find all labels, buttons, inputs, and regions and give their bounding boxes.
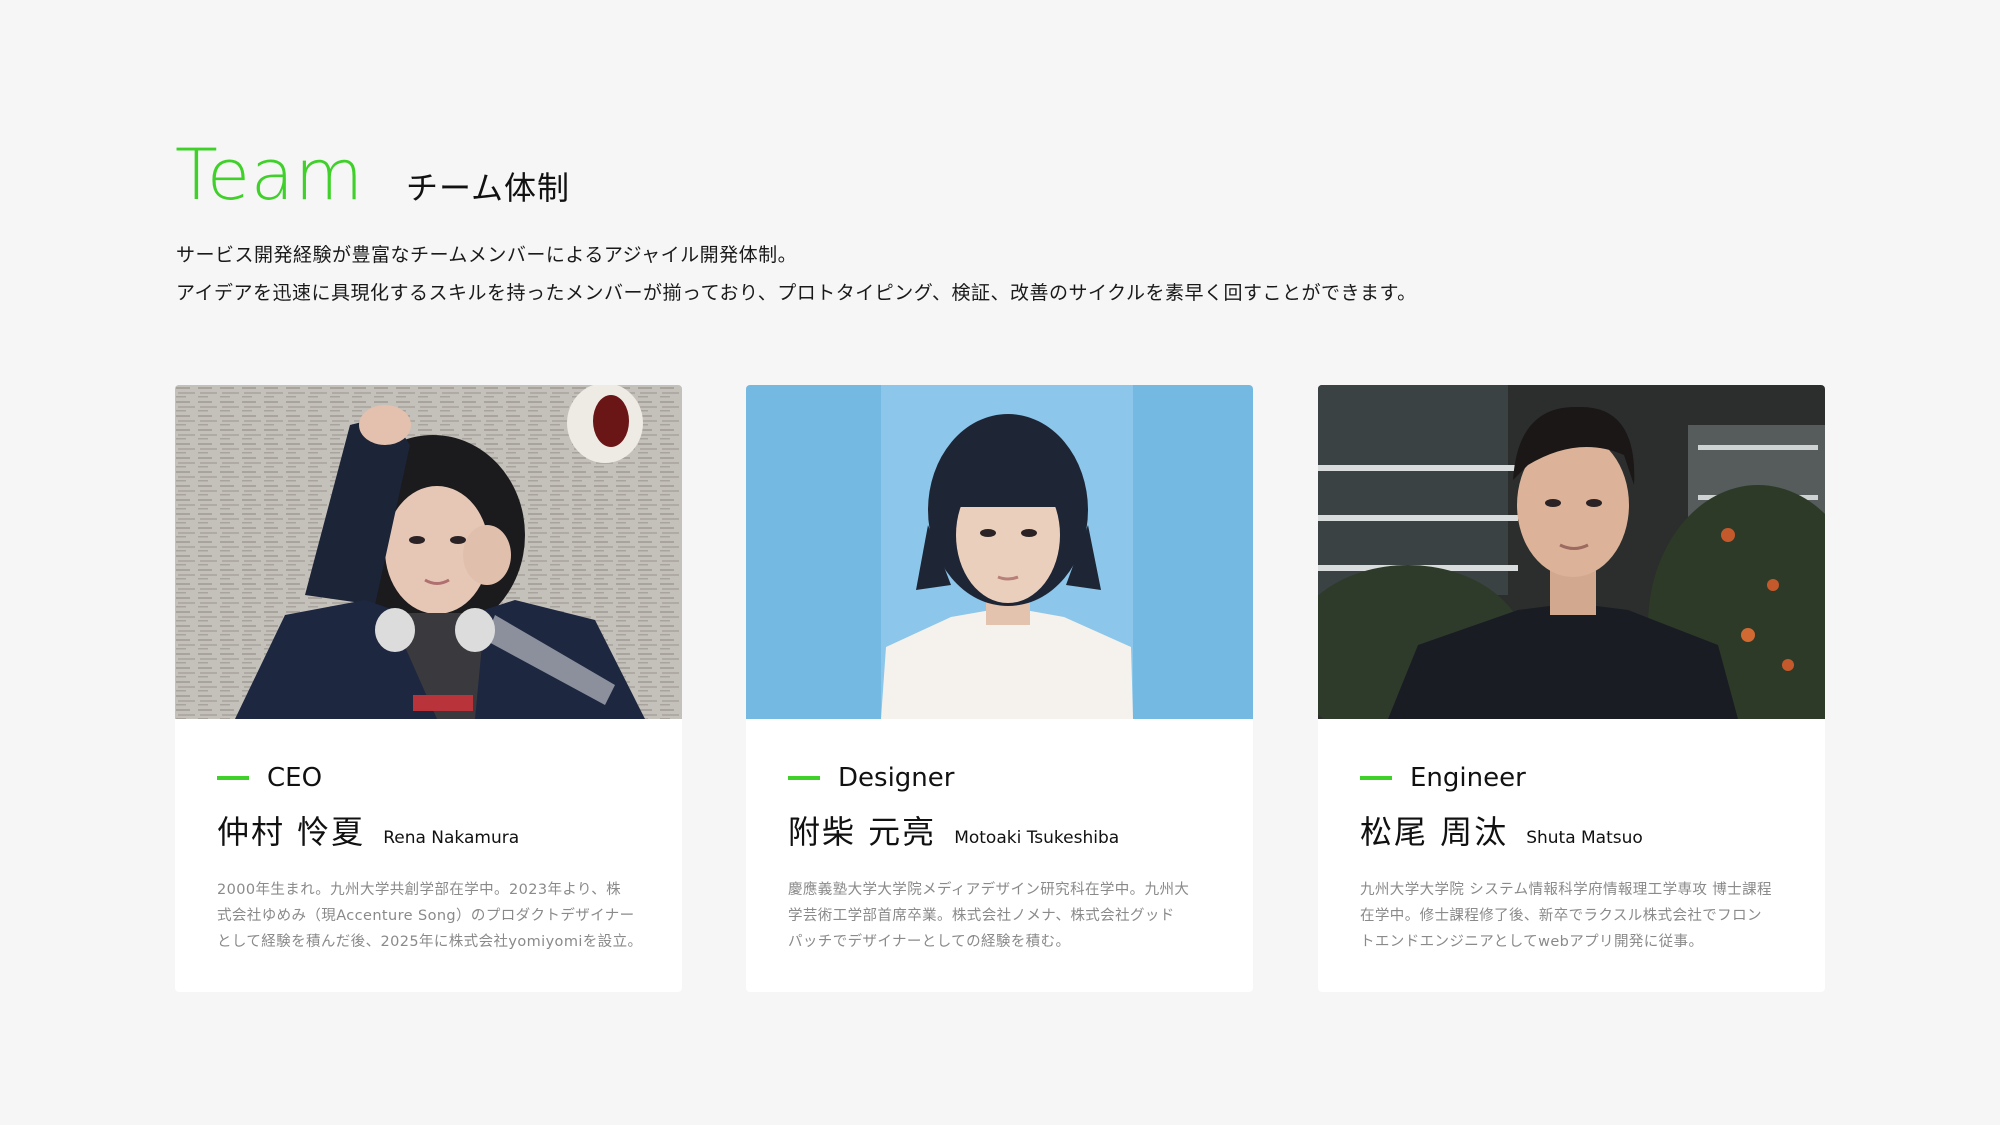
- member-role: Designer: [838, 763, 955, 793]
- member-photo-image: [746, 385, 1253, 719]
- team-member-card: CEO 仲村 怜夏 Rena Nakamura 2000年生まれ。九州大学共創学…: [175, 385, 682, 992]
- member-photo: [746, 385, 1253, 719]
- member-bio: 慶應義塾大学大学院メディアデザイン研究科在学中。九州大 学芸術工学部首席卒業。株…: [788, 877, 1223, 955]
- intro-line: サービス開発経験が豊富なチームメンバーによるアジャイル開発体制。: [176, 244, 798, 266]
- member-name-ja: 仲村 怜夏: [217, 813, 366, 851]
- member-photo: [1318, 385, 1825, 719]
- member-name-ja: 松尾 周汰: [1360, 813, 1509, 851]
- member-bio-line: トエンドエンジニアとしてwebアプリ開発に従事。: [1360, 934, 1704, 950]
- member-bio-line: パッチでデザイナーとしての経験を積む。: [788, 934, 1071, 950]
- member-name-en: Shuta Matsuo: [1526, 828, 1643, 848]
- member-name-en: Motoaki Tsukeshiba: [954, 828, 1120, 848]
- member-name-en: Rena Nakamura: [383, 828, 520, 848]
- section-title-en: Team: [175, 134, 365, 216]
- role-accent-dash: [1360, 776, 1392, 780]
- member-bio-line: として経験を積んだ後、2025年に株式会社yomiyomiを設立。: [217, 934, 643, 950]
- member-bio: 九州大学大学院 システム情報科学府情報理工学専攻 博士課程 在学中。修士課程修了…: [1360, 877, 1795, 955]
- intro-line: アイデアを迅速に具現化するスキルを持ったメンバーが揃っており、プロトタイピング、…: [176, 282, 1417, 304]
- section-heading: Team チーム体制: [175, 140, 570, 210]
- section-title-ja: チーム体制: [406, 169, 571, 207]
- member-photo: [175, 385, 682, 719]
- role-accent-dash: [217, 776, 249, 780]
- section-intro: サービス開発経験が豊富なチームメンバーによるアジャイル開発体制。 アイデアを迅速…: [176, 236, 1417, 312]
- member-role: Engineer: [1410, 763, 1526, 793]
- team-member-card: Engineer 松尾 周汰 Shuta Matsuo 九州大学大学院 システム…: [1318, 385, 1825, 992]
- member-role: CEO: [267, 763, 323, 793]
- member-bio-line: 九州大学大学院 システム情報科学府情報理工学専攻 博士課程: [1360, 882, 1772, 898]
- member-photo-image: [175, 385, 682, 719]
- member-bio: 2000年生まれ。九州大学共創学部在学中。2023年より、株 式会社ゆめみ（現A…: [217, 877, 652, 955]
- member-photo-image: [1318, 385, 1825, 719]
- member-bio-line: 慶應義塾大学大学院メディアデザイン研究科在学中。九州大: [788, 882, 1190, 898]
- member-name-ja: 附柴 元亮: [788, 813, 937, 851]
- member-bio-line: 式会社ゆめみ（現Accenture Song）のプロダクトデザイナー: [217, 908, 635, 924]
- role-accent-dash: [788, 776, 820, 780]
- member-bio-line: 2000年生まれ。九州大学共創学部在学中。2023年より、株: [217, 882, 622, 898]
- member-bio-line: 学芸術工学部首席卒業。株式会社ノメナ、株式会社グッド: [788, 908, 1175, 924]
- team-member-card: Designer 附柴 元亮 Motoaki Tsukeshiba 慶應義塾大学…: [746, 385, 1253, 992]
- member-bio-line: 在学中。修士課程修了後、新卒でラクスル株式会社でフロン: [1360, 908, 1762, 924]
